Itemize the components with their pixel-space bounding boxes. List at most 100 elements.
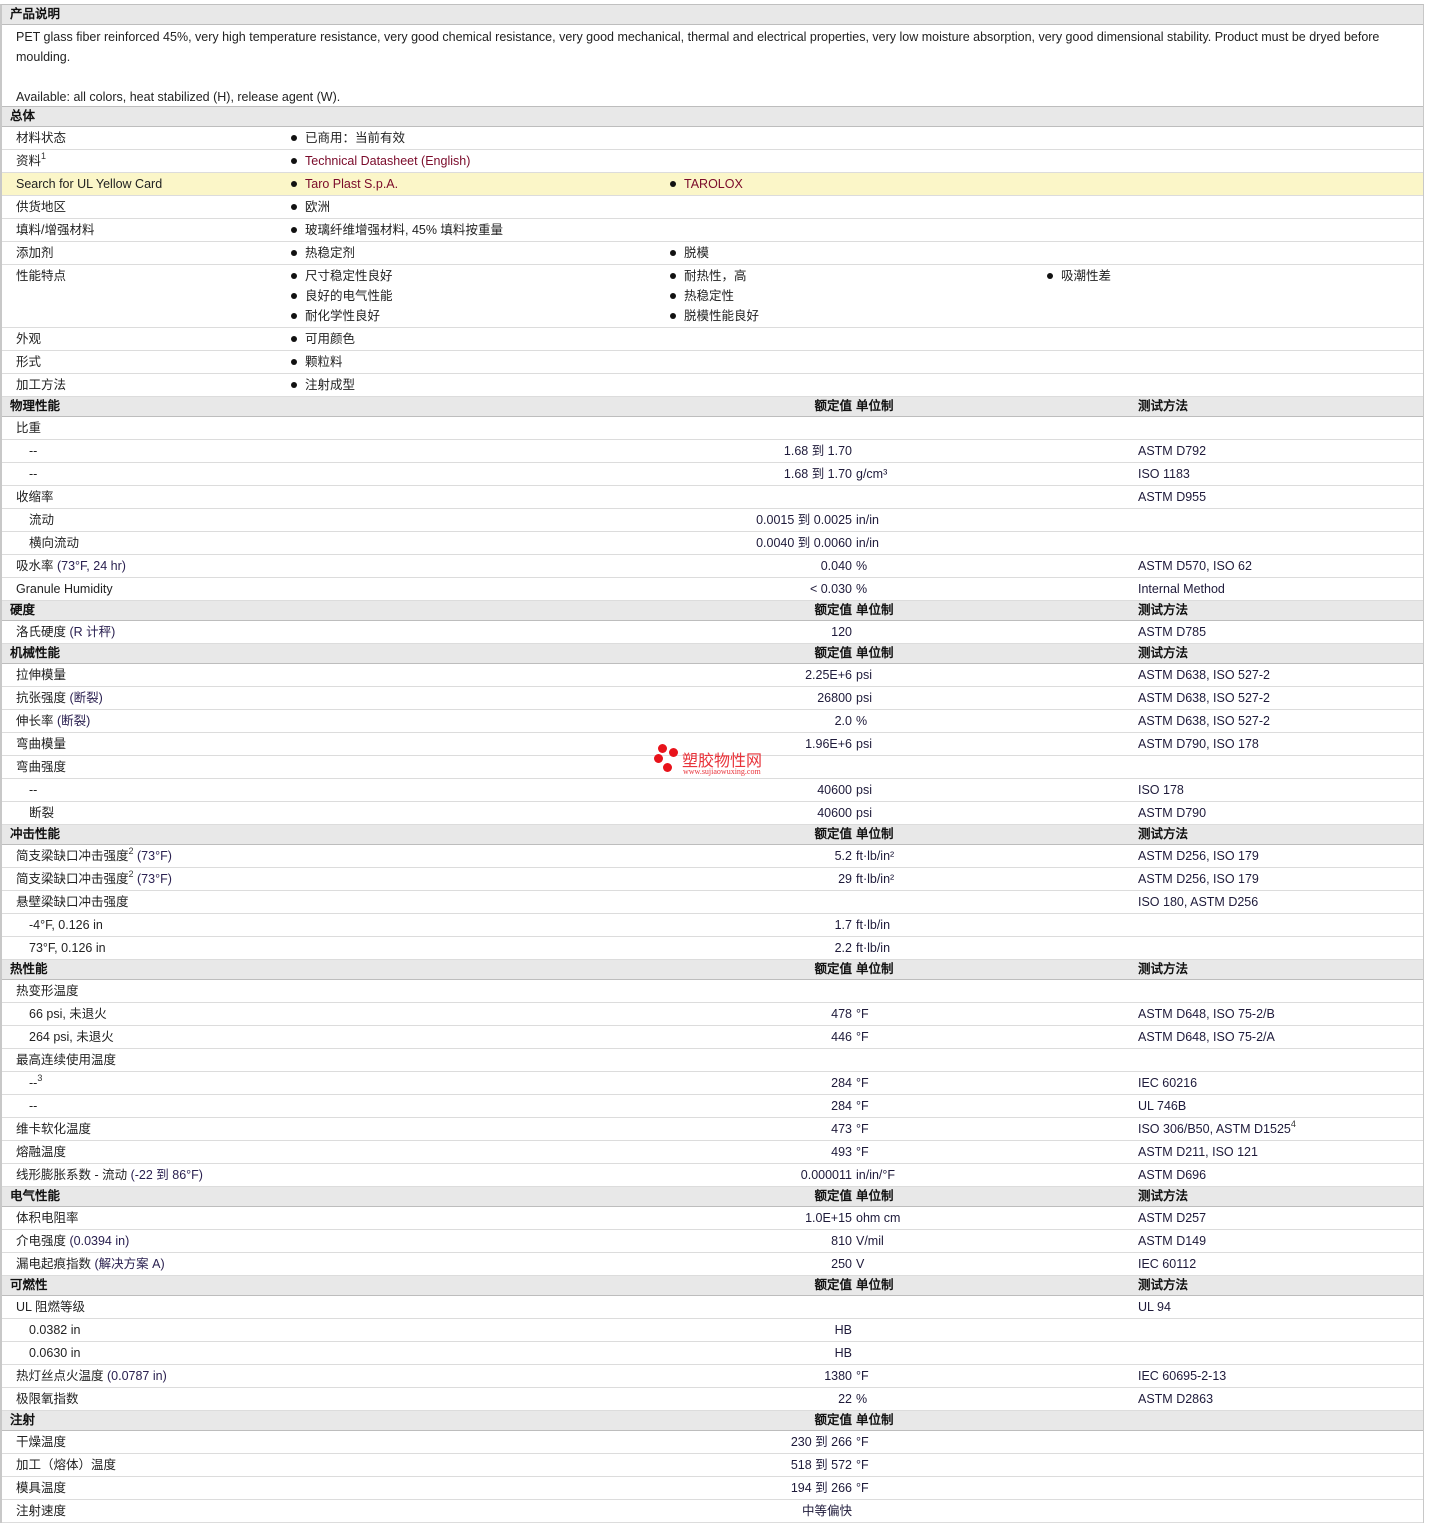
bullet-column: 注射成型 [291, 374, 355, 394]
section-header: 可燃性 额定值 单位制 测试方法 [2, 1276, 1423, 1296]
test-method: ISO 1183 [1138, 463, 1190, 485]
property-value: HB [834, 1346, 852, 1360]
test-method: ASTM D2863 [1138, 1388, 1213, 1410]
label-text: 加工（熔体）温度 [16, 1458, 117, 1472]
bullet-column: Taro Plast S.p.A. [291, 173, 398, 193]
property-unit: ft·lb/in [856, 918, 891, 932]
label-text: -- [29, 783, 38, 797]
test-method-text: ASTM D570, ISO 62 [1138, 559, 1252, 573]
property-unit: in/in/°F [856, 1168, 896, 1182]
bullet-item[interactable]: Technical Datasheet (English) [291, 150, 470, 170]
property-label: 注射速度 [16, 1500, 66, 1522]
property-label: 伸长率 (断裂) [16, 710, 90, 732]
bullet-item: 可用颜色 [291, 328, 355, 348]
row-label: 外观 [16, 328, 41, 350]
property-row: 收缩率 ASTM D955 [2, 486, 1423, 509]
bullet-icon [1047, 273, 1053, 279]
property-unit: % [856, 714, 868, 728]
property-value: 2.2 [834, 941, 852, 955]
label-text: 模具温度 [16, 1481, 67, 1495]
property-unit: °F [856, 1030, 869, 1044]
property-unit: ft·lb/in [856, 941, 891, 955]
property-value: 1.0E+15 [805, 1211, 852, 1225]
general-row[interactable]: Search for UL Yellow Card Taro Plast S.p.… [2, 173, 1423, 196]
property-label: 悬壁梁缺口冲击强度 [16, 891, 129, 913]
property-row: -- 284 °F UL 746B [2, 1095, 1423, 1118]
property-unit: % [856, 582, 868, 596]
label-text: 66 psi, 未退火 [29, 1007, 107, 1021]
property-unit: % [856, 559, 868, 573]
property-row: 漏电起痕指数 (解决方案 A) 250 V IEC 60112 [2, 1253, 1423, 1276]
property-label: 吸水率 (73°F, 24 hr) [16, 555, 126, 577]
bullet-column: 欧洲 [291, 196, 330, 216]
label-text: 抗张强度 [16, 691, 67, 705]
footnote-marker[interactable]: 4 [1291, 1119, 1296, 1129]
bullet-column: 尺寸稳定性良好 良好的电气性能 耐化学性良好 [291, 265, 393, 325]
link-text[interactable]: Technical Datasheet (English) [305, 154, 470, 168]
column-header-value: 额定值 [814, 399, 852, 413]
column-header-method: 测试方法 [1138, 399, 1189, 413]
general-rows: 材料状态 已商用：当前有效 资料1 Technical Datasheet (Engl… [2, 127, 1423, 397]
property-row: 断裂 40600 psi ASTM D790 [2, 802, 1423, 825]
general-row: 供货地区 欧洲 [2, 196, 1423, 219]
label-text: 熔融温度 [16, 1145, 67, 1159]
property-value: 2.0 [834, 714, 852, 728]
footnote-marker[interactable]: 1 [41, 151, 46, 161]
property-value: 0.0015 到 0.0025 [756, 513, 852, 527]
link-text[interactable]: Taro Plast S.p.A. [305, 177, 398, 191]
property-label: 热变形温度 [16, 980, 79, 1002]
property-label: -- [29, 1095, 37, 1117]
test-method: ASTM D638, ISO 527-2 [1138, 687, 1270, 709]
property-label: 66 psi, 未退火 [29, 1003, 107, 1025]
property-row: 悬壁梁缺口冲击强度 ISO 180, ASTM D256 [2, 891, 1423, 914]
property-row: 熔融温度 493 °F ASTM D211, ISO 121 [2, 1141, 1423, 1164]
label-text: 伸长率 [16, 714, 54, 728]
bullet-item[interactable]: Taro Plast S.p.A. [291, 173, 398, 193]
bullet-column: 已商用：当前有效 [291, 127, 405, 147]
label-text: 线形膨胀系数 - 流动 [16, 1168, 128, 1182]
label-text: 0.0382 in [29, 1323, 81, 1337]
label-condition: (断裂) [53, 714, 91, 728]
section-header: 冲击性能 额定值 单位制 测试方法 [2, 825, 1423, 845]
section-title: 冲击性能 [10, 827, 61, 841]
property-label: 0.0630 in [29, 1342, 80, 1364]
label-condition: (73°F) [133, 849, 172, 863]
label-text: 悬壁梁缺口冲击强度 [16, 895, 129, 909]
property-row: 264 psi, 未退火 446 °F ASTM D648, ISO 75-2/A [2, 1026, 1423, 1049]
label-condition: (-22 到 86°F) [127, 1168, 203, 1182]
label-text: 供货地区 [16, 200, 67, 214]
bullet-item: 脱模性能良好 [670, 305, 759, 325]
property-label: 线形膨胀系数 - 流动 (-22 到 86°F) [16, 1164, 203, 1186]
item-text: 尺寸稳定性良好 [305, 269, 393, 283]
property-label: 漏电起痕指数 (解决方案 A) [16, 1253, 165, 1275]
bullet-item: 尺寸稳定性良好 [291, 265, 393, 285]
bullet-icon [670, 181, 676, 187]
bullet-column: 热稳定剂 [291, 242, 355, 262]
property-row: 极限氧指数 22% ASTM D2863 [2, 1388, 1423, 1411]
property-label: 0.0382 in [29, 1319, 80, 1341]
property-row: -4°F, 0.126 in 1.7 ft·lb/in [2, 914, 1423, 937]
item-text: 耐化学性良好 [305, 309, 381, 323]
property-value: 中等偏快 [801, 1504, 852, 1518]
property-unit: psi [856, 668, 872, 682]
column-header-value: 额定值 [814, 603, 852, 617]
property-unit: °F [856, 1145, 869, 1159]
property-unit: in/in [856, 536, 879, 550]
test-method: ASTM D149 [1138, 1230, 1206, 1252]
test-method-text: IEC 60112 [1138, 1257, 1197, 1271]
label-text: 外观 [16, 332, 42, 346]
label-text: 材料状态 [16, 131, 67, 145]
footnote-marker[interactable]: 3 [37, 1073, 42, 1083]
label-text: 弯曲强度 [16, 760, 67, 774]
property-value: 29 [838, 872, 852, 886]
bullet-item[interactable]: TAROLOX [670, 173, 743, 193]
property-row: 注射速度 中等偏快 [2, 1500, 1423, 1523]
property-sections: 物理性能 额定值 单位制 测试方法 比重 -- 1.68 到 1.70 ASTM D792 --… [2, 397, 1423, 1523]
bullet-icon [291, 273, 297, 279]
item-text: 脱模性能良好 [684, 309, 760, 323]
link-text[interactable]: TAROLOX [684, 177, 743, 191]
test-method-text: ISO 180, ASTM D256 [1138, 895, 1259, 909]
label-condition: (73°F, 24 hr) [53, 559, 126, 573]
test-method-text: ASTM D696 [1138, 1168, 1207, 1182]
property-unit: g/cm³ [856, 467, 888, 481]
